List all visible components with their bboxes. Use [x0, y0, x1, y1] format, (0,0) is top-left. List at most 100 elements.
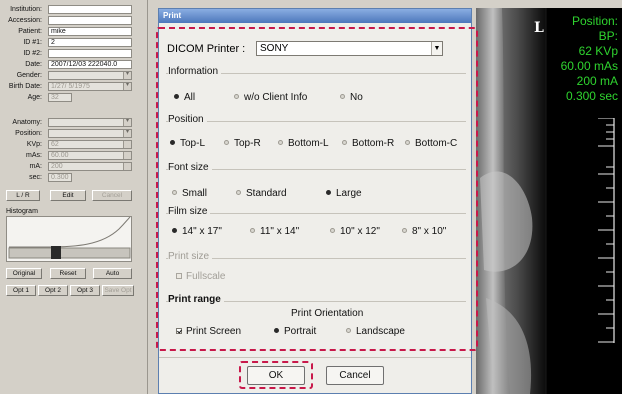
- patient-info-panel: Institution: Accession: Patient: mike ID …: [0, 0, 148, 394]
- position-bottom-r-radio[interactable]: Bottom-R: [342, 138, 394, 150]
- field-mas: mAs: 60.00: [0, 151, 146, 161]
- footer-divider: [159, 357, 471, 358]
- field-kvp: KVp: 62: [0, 140, 146, 150]
- position-bottom-c-radio[interactable]: Bottom-C: [405, 138, 457, 150]
- auto-button[interactable]: Auto: [93, 268, 132, 279]
- sec-input[interactable]: 0.300: [48, 173, 72, 182]
- lr-button[interactable]: L / R: [6, 190, 40, 201]
- field-label: KVp:: [26, 141, 42, 148]
- field-label: Anatomy:: [12, 119, 42, 126]
- id2-input[interactable]: [48, 49, 132, 58]
- patient-input[interactable]: mike: [48, 27, 132, 36]
- position-top-r-radio[interactable]: Top-R: [224, 138, 261, 150]
- font-size-group: Font size Small Standard Large: [166, 162, 466, 207]
- overlay-line: 62 KVp: [578, 44, 618, 58]
- field-sec: sec: 0.300: [0, 173, 146, 183]
- radio-icon: [278, 140, 283, 145]
- radio-icon: [346, 328, 351, 333]
- film-8x10-radio[interactable]: 8" x 10": [402, 226, 446, 238]
- orientation-landscape-radio[interactable]: Landscape: [346, 326, 405, 338]
- font-large-radio[interactable]: Large: [326, 188, 362, 200]
- field-institution: Institution:: [0, 5, 146, 15]
- cancel-button[interactable]: Cancel: [326, 366, 384, 385]
- gender-select[interactable]: [48, 71, 132, 80]
- accession-input[interactable]: [48, 16, 132, 25]
- info-no-client-radio[interactable]: w/o Client Info: [234, 92, 307, 104]
- field-label: Patient:: [18, 28, 42, 35]
- field-label: ID #1:: [23, 39, 42, 46]
- field-birth-date: Birth Date: 1/27/ 5/1975: [0, 82, 146, 92]
- print-size-group: Print size Fullscale: [166, 251, 466, 294]
- date-input[interactable]: 2007/12/03 222040.0: [48, 60, 132, 69]
- field-label: Institution:: [10, 6, 42, 13]
- histogram-curve: [8, 216, 131, 259]
- radio-icon: [234, 94, 239, 99]
- print-screen-checkbox[interactable]: Print Screen: [176, 326, 241, 338]
- overlay-line: BP:: [598, 29, 618, 43]
- radio-icon: [224, 140, 229, 145]
- font-standard-radio[interactable]: Standard: [236, 188, 287, 200]
- xray-viewer[interactable]: L Position: BP: 62 KVp 60.00 mAs 200 mA …: [476, 8, 622, 394]
- information-group: Information All w/o Client Info No: [166, 66, 466, 111]
- id1-input[interactable]: 2: [48, 38, 132, 47]
- field-label: mAs:: [26, 152, 42, 159]
- position-top-l-radio[interactable]: Top-L: [170, 138, 205, 150]
- print-dialog: Print DICOM Printer : SONY ▼ Information…: [156, 8, 478, 394]
- font-size-title: Font size: [168, 162, 212, 173]
- film-size-title: Film size: [168, 206, 211, 217]
- radio-icon: [342, 140, 347, 145]
- film-11x14-radio[interactable]: 11" x 14": [250, 226, 299, 238]
- orientation-marker: L: [534, 20, 544, 36]
- print-range-title: Print range: [168, 294, 224, 305]
- ma-spinner[interactable]: 200: [48, 162, 132, 171]
- radio-icon: [330, 228, 335, 233]
- font-small-radio[interactable]: Small: [172, 188, 207, 200]
- orientation-portrait-radio[interactable]: Portrait: [274, 326, 316, 338]
- radio-selected-icon: [274, 328, 279, 333]
- field-id2: ID #2:: [0, 49, 146, 59]
- exposure-overlay: Position: BP: 62 KVp 60.00 mAs 200 mA 0.…: [561, 14, 618, 104]
- position-select[interactable]: [48, 129, 132, 138]
- information-title: Information: [168, 66, 222, 77]
- film-14x17-radio[interactable]: 14" x 17": [172, 226, 222, 238]
- opt1-button[interactable]: Opt 1: [6, 285, 36, 296]
- radio-selected-icon: [172, 228, 177, 233]
- save-opt-button[interactable]: Save Opt: [102, 285, 134, 296]
- field-anatomy: Anatomy:: [0, 118, 146, 128]
- scale-ruler: [598, 118, 615, 343]
- printer-label: DICOM Printer :: [167, 43, 246, 55]
- dialog-title: Print: [159, 9, 471, 23]
- position-group: Position Top-L Top-R Bottom-L Bottom-R B…: [166, 114, 466, 159]
- film-10x12-radio[interactable]: 10" x 12": [330, 226, 380, 238]
- radio-icon: [172, 190, 177, 195]
- field-gender: Gender:: [0, 71, 146, 81]
- birth-date-input[interactable]: 1/27/ 5/1975: [48, 82, 132, 91]
- info-no-radio[interactable]: No: [340, 92, 363, 104]
- field-patient: Patient: mike: [0, 27, 146, 37]
- original-button[interactable]: Original: [6, 268, 42, 279]
- fullscale-checkbox[interactable]: Fullscale: [176, 271, 225, 283]
- mas-spinner[interactable]: 60.00: [48, 151, 132, 160]
- opt2-button[interactable]: Opt 2: [38, 285, 68, 296]
- institution-input[interactable]: [48, 5, 132, 14]
- ok-button[interactable]: OK: [247, 366, 305, 385]
- age-input[interactable]: 32: [48, 93, 72, 102]
- reset-button[interactable]: Reset: [50, 268, 86, 279]
- overlay-line: 60.00 mAs: [560, 59, 618, 73]
- chevron-down-icon[interactable]: ▼: [431, 42, 442, 55]
- printer-select[interactable]: SONY ▼: [256, 41, 443, 56]
- opt3-button[interactable]: Opt 3: [70, 285, 100, 296]
- field-age: Age: 32: [0, 93, 146, 103]
- film-size-group: Film size 14" x 17" 11" x 14" 10" x 12" …: [166, 206, 466, 249]
- histogram[interactable]: [6, 216, 132, 262]
- kvp-spinner[interactable]: 62: [48, 140, 132, 149]
- checkbox-checked-icon: [176, 328, 182, 334]
- cancel-edit-button[interactable]: Cancel: [92, 190, 132, 201]
- field-position: Position:: [0, 129, 146, 139]
- position-bottom-l-radio[interactable]: Bottom-L: [278, 138, 329, 150]
- edit-button[interactable]: Edit: [50, 190, 86, 201]
- field-id1: ID #1: 2: [0, 38, 146, 48]
- anatomy-select[interactable]: [48, 118, 132, 127]
- field-accession: Accession:: [0, 16, 146, 26]
- info-all-radio[interactable]: All: [174, 92, 195, 104]
